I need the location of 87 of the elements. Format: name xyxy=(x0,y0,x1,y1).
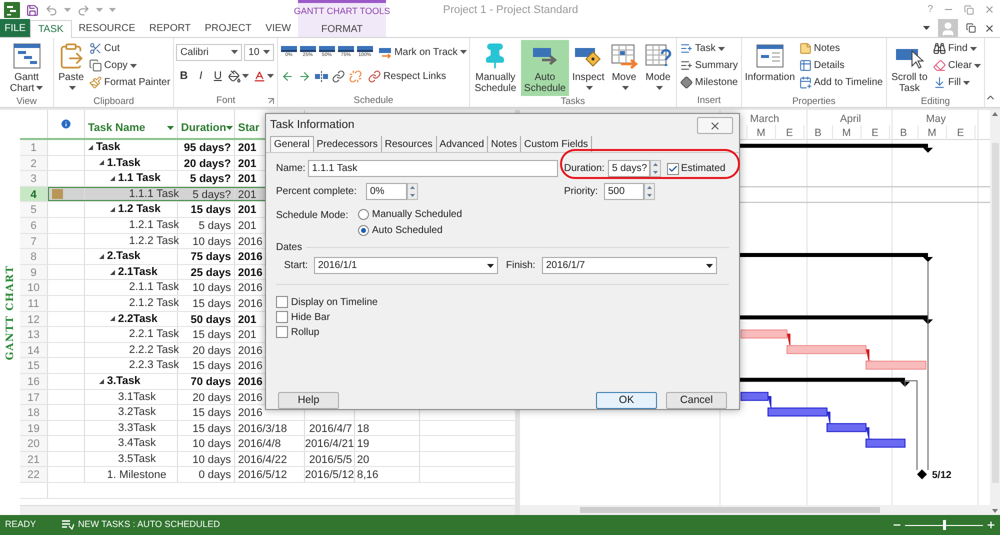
checkbox-label: Estimated xyxy=(681,162,726,176)
task-name: 2.Task xyxy=(107,249,140,264)
group-label: Tasks xyxy=(560,96,585,108)
group-label: Clipboard xyxy=(93,96,134,108)
task-name: 2.2.3 Task xyxy=(129,358,179,374)
table-cell: 10 days xyxy=(178,234,235,248)
day-label: B xyxy=(813,126,822,141)
table-cell: 5 days xyxy=(178,218,235,233)
table-cell: 20 days xyxy=(178,390,235,404)
table-cell: 25 days xyxy=(178,264,235,280)
group-label: Font xyxy=(216,95,236,107)
table-cell: 2016/4/8 xyxy=(235,436,305,451)
task-name: 2.1.1 Task xyxy=(129,280,179,296)
group-label: View xyxy=(16,96,37,108)
field-label: Duration: xyxy=(564,162,606,176)
table-cell: 95 days? xyxy=(178,140,235,155)
table-cell: 5 days? xyxy=(178,171,235,186)
milestone-date: 5/12 xyxy=(932,469,952,484)
task-name: 1. Milestone xyxy=(107,468,166,483)
field-label: Priority: xyxy=(564,185,599,199)
task-name: 3.3Task xyxy=(118,420,156,436)
task-name: 3.4Task xyxy=(118,436,156,452)
table-cell: 5 days? xyxy=(178,186,235,202)
task-name: 3.2Task xyxy=(118,405,156,420)
table-cell: 8,16 xyxy=(355,467,420,482)
task-name: 2.2.2 Task xyxy=(129,342,179,358)
table-cell: 15 days xyxy=(178,405,235,420)
day-label: B xyxy=(898,126,908,141)
table-cell: 20 days xyxy=(178,342,235,358)
table-cell: 50 days xyxy=(178,312,235,326)
task-name: 2.1Task xyxy=(118,264,158,280)
table-cell: 10 days xyxy=(178,280,235,295)
month-label: April xyxy=(840,112,862,127)
table-cell: 19 xyxy=(355,436,420,451)
task-name: 1.1 Task xyxy=(118,171,161,186)
table-cell: 20 xyxy=(355,452,420,466)
day-label: E xyxy=(956,126,965,141)
task-name: 2.1.2 Task xyxy=(129,296,179,311)
table-cell: 0 days xyxy=(178,467,235,482)
day-label: E xyxy=(784,126,794,141)
task-name: 3.Task xyxy=(107,374,140,389)
view-label: GANTT CHART xyxy=(4,264,16,360)
table-cell: 75 days xyxy=(178,249,235,264)
status-text: READY xyxy=(5,518,36,532)
task-name: 1.Task xyxy=(107,156,140,171)
table-cell: 70 days xyxy=(178,374,235,388)
table-cell: 2016/4/7 xyxy=(305,420,355,436)
task-name: Task xyxy=(96,140,120,156)
dialog-title: Task Information xyxy=(270,118,354,133)
table-cell: 20 days? xyxy=(178,156,235,170)
table-cell: 15 days xyxy=(178,420,235,436)
table-cell: 10 days xyxy=(178,436,235,451)
group-label: Insert xyxy=(697,95,721,107)
day-label: M xyxy=(756,126,766,141)
task-name: 1.2.1 Task xyxy=(129,218,179,234)
table-cell: 15 days xyxy=(178,358,235,373)
field-label: Finish: xyxy=(506,259,536,273)
table-cell: 15 days xyxy=(178,296,235,311)
group-label: Editing xyxy=(920,96,950,108)
table-cell: 2016/5/5 xyxy=(305,452,355,466)
group-label: Properties xyxy=(792,96,836,108)
radio-label: Auto Scheduled xyxy=(372,224,443,238)
task-name: 3.5Task xyxy=(118,452,156,467)
table-cell: 15 days xyxy=(178,202,235,217)
table-cell: 10 days xyxy=(178,452,235,466)
task-name: 2.2.1 Task xyxy=(129,327,179,342)
table-cell: 15 days xyxy=(178,327,235,342)
day-label: M xyxy=(841,126,852,141)
task-name: 1.1.1 Task xyxy=(129,186,179,202)
table-cell: 2016/4/21 xyxy=(305,436,355,451)
window-title: Project 1 - Project Standard xyxy=(443,2,578,18)
task-name: 3.1Task xyxy=(118,390,156,405)
table-cell: 2016/3/18 xyxy=(235,420,305,436)
task-name: 1.2.2 Task xyxy=(129,234,179,249)
group-label: Schedule xyxy=(354,95,394,107)
radio-label: Manually Scheduled xyxy=(372,208,462,222)
day-label: E xyxy=(870,126,880,141)
month-label: May xyxy=(926,112,946,127)
table-cell: 2016/5/12 xyxy=(235,467,305,482)
month-label: March xyxy=(750,112,780,127)
table-cell: 2016/5/12 xyxy=(305,467,355,482)
task-name: 2.2Task xyxy=(118,312,158,327)
status-text: NEW TASKS : AUTO SCHEDULED xyxy=(78,518,220,532)
day-label: M xyxy=(926,126,938,141)
table-cell: 2016/4/22 xyxy=(235,452,305,466)
task-name: 1.2 Task xyxy=(118,202,161,218)
table-cell: 18 xyxy=(355,420,420,436)
